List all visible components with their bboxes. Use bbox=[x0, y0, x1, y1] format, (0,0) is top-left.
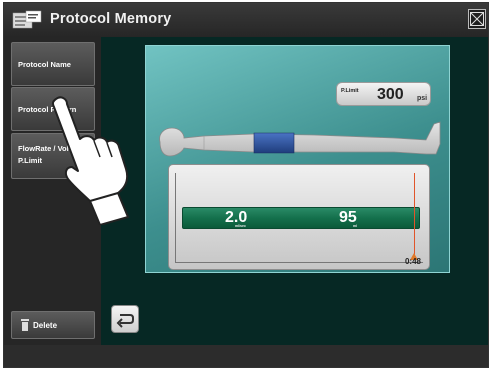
sidebar: Protocol Name Protocol Pattern FlowRate … bbox=[4, 37, 101, 345]
delete-button[interactable]: Delete bbox=[11, 311, 95, 339]
delete-label: Delete bbox=[33, 321, 58, 330]
protocol-name-button[interactable]: Protocol Name bbox=[11, 42, 95, 86]
window-title: Protocol Memory bbox=[50, 11, 172, 27]
time-marker-line bbox=[414, 173, 415, 257]
patient-body-icon bbox=[159, 121, 441, 157]
back-arrow-icon bbox=[116, 314, 134, 328]
flow-phase-bar[interactable]: 2.0 ml/sec 95 ml bbox=[182, 207, 420, 229]
flowrate-volume-label: FlowRate / Volume bbox=[18, 144, 85, 153]
pressure-limit-label: P.Limit bbox=[341, 88, 359, 94]
pressure-limit-display[interactable]: P.Limit 300 psi bbox=[336, 82, 431, 106]
plimit-label: P.Limit bbox=[18, 156, 43, 165]
title-bar: Protocol Memory bbox=[4, 3, 488, 37]
bottom-bar bbox=[4, 345, 488, 367]
protocol-pattern-button[interactable]: Protocol Pattern bbox=[11, 87, 95, 131]
volume-unit: ml bbox=[353, 224, 358, 228]
flowrate-volume-plimit-button[interactable]: FlowRate / Volume P.Limit bbox=[11, 133, 95, 179]
protocol-preview-panel: P.Limit 300 psi 2.0 ml/sec 95 ml 0:48 bbox=[145, 45, 450, 273]
trash-icon bbox=[21, 319, 29, 331]
protocol-name-label: Protocol Name bbox=[18, 60, 71, 69]
injection-graph[interactable]: 2.0 ml/sec 95 ml 0:48 bbox=[168, 164, 430, 270]
protocol-memory-window: Protocol Memory Protocol Name Protocol P… bbox=[3, 2, 489, 368]
back-button[interactable] bbox=[111, 305, 139, 333]
close-button[interactable] bbox=[468, 9, 486, 29]
pressure-limit-unit: psi bbox=[417, 95, 428, 102]
protocol-memory-icon bbox=[12, 10, 42, 29]
injection-duration: 0:48 bbox=[404, 257, 421, 266]
flow-rate-unit: ml/sec bbox=[235, 224, 246, 228]
pressure-limit-value: 300 bbox=[377, 86, 404, 103]
graph-axes: 2.0 ml/sec 95 ml bbox=[175, 173, 423, 263]
close-icon bbox=[470, 12, 484, 26]
main-area: P.Limit 300 psi 2.0 ml/sec 95 ml 0:48 bbox=[101, 37, 488, 345]
protocol-pattern-label: Protocol Pattern bbox=[18, 105, 77, 114]
